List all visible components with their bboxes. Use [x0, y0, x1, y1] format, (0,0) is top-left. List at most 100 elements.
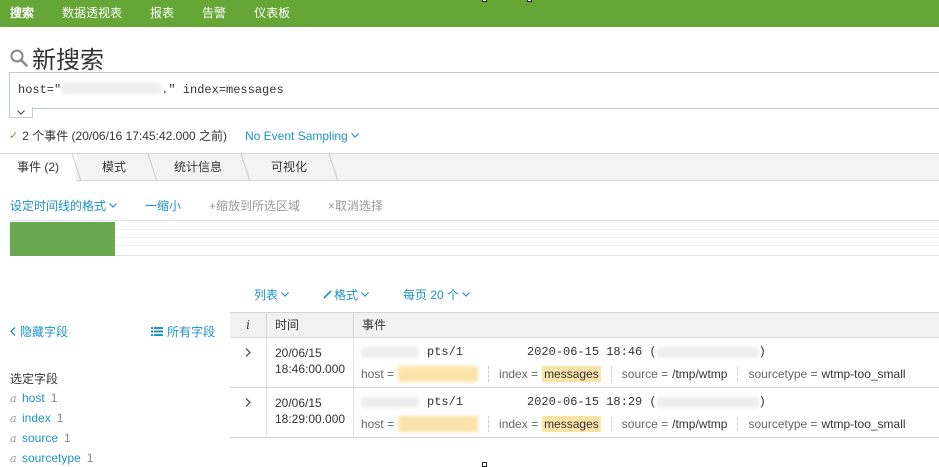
field-key: index =: [499, 367, 539, 381]
raw-event[interactable]: pts/1 2020-06-15 18:46 ( ): [361, 344, 939, 360]
top-nav: 搜索 数据透视表 报表 告警 仪表板: [0, 0, 939, 27]
field-item-host[interactable]: a host 1: [10, 388, 93, 408]
tab-patterns[interactable]: 模式: [84, 154, 144, 181]
timeline-format-label: 设定时间线的格式: [10, 199, 107, 213]
event-body: pts/1 2020-06-15 18:46 ( ) host = index …: [353, 338, 939, 387]
nav-reports[interactable]: 报表: [136, 0, 188, 27]
timeline-toolbar: 设定时间线的格式 一缩小 +缩放到所选区域 ×取消选择: [10, 197, 411, 214]
field-key: index =: [499, 417, 539, 431]
sourcetype-field[interactable]: sourcetype = wtmp-too_small: [748, 417, 915, 431]
sourcetype-field[interactable]: sourcetype = wtmp-too_small: [748, 367, 915, 381]
event-date: 20/06/15: [275, 396, 322, 410]
expand-search-toggle[interactable]: [9, 107, 33, 118]
search-query[interactable]: host=" ." index=messages: [18, 83, 284, 97]
list-icon: [150, 327, 163, 336]
list-view-dropdown[interactable]: 列表: [254, 286, 289, 303]
field-item-source[interactable]: a source 1: [10, 428, 93, 448]
table-row: 20/06/15 18:46:00.000 pts/1 2020-06-15 1…: [230, 338, 939, 388]
zoom-out-button[interactable]: 一缩小: [145, 197, 181, 214]
chevron-down-icon: [281, 292, 289, 297]
tab-statistics[interactable]: 统计信息: [160, 154, 236, 181]
index-field[interactable]: index = messages: [499, 416, 612, 432]
chevron-down-icon: [361, 292, 369, 297]
event-sampling-dropdown[interactable]: No Event Sampling: [245, 129, 359, 143]
raw-end: ): [758, 345, 766, 359]
timeline-bar[interactable]: [10, 222, 115, 256]
tab-visualization[interactable]: 可视化: [253, 154, 325, 181]
search-input[interactable]: host=" ." index=messages: [9, 72, 939, 109]
column-time[interactable]: 时间: [266, 313, 353, 337]
source-field[interactable]: source = /tmp/wtmp: [622, 417, 739, 431]
field-value: messages: [542, 366, 601, 382]
query-prefix: host=": [18, 83, 62, 97]
page-title: 新搜索: [32, 46, 104, 74]
chevron-down-icon: [350, 133, 359, 138]
search-status: ✓ 2 个事件 (20/06/16 17:45:42.000 之前) No Ev…: [9, 127, 359, 144]
raw-tty: pts/1: [427, 395, 464, 409]
source-field[interactable]: source = /tmp/wtmp: [622, 367, 739, 381]
nav-pivot[interactable]: 数据透视表: [48, 0, 136, 27]
field-key: source =: [621, 417, 669, 431]
field-item-index[interactable]: a index 1: [10, 408, 93, 428]
timeline-gridline: [10, 229, 939, 230]
event-clock: 18:46:00.000: [275, 362, 346, 376]
event-count-text: 2 个事件 (20/06/16 17:45:42.000 之前): [22, 129, 227, 143]
timeline-format-dropdown[interactable]: 设定时间线的格式: [10, 197, 117, 214]
all-fields-button[interactable]: 所有字段: [150, 323, 215, 340]
field-name: host: [22, 391, 45, 405]
hide-fields-label: 隐藏字段: [20, 325, 69, 339]
string-type-icon: a: [10, 411, 17, 425]
field-key: sourcetype =: [748, 417, 818, 431]
hide-fields-button[interactable]: 隐藏字段: [10, 323, 68, 340]
nav-alerts[interactable]: 告警: [188, 0, 240, 27]
per-page-label: 每页 20 个: [403, 288, 460, 302]
event-time: 20/06/15 18:29:00.000: [266, 388, 353, 437]
per-page-dropdown[interactable]: 每页 20 个: [403, 286, 470, 303]
raw-time: 2020-06-15 18:46 (: [527, 345, 657, 359]
tab-events[interactable]: 事件 (2): [0, 154, 76, 182]
event-date: 20/06/15: [275, 346, 322, 360]
tab-divider: [328, 154, 339, 181]
events-table: i 时间 事件 20/06/15 18:46:00.000 pts/1 2020…: [230, 312, 939, 438]
field-value: wtmp-too_small: [821, 417, 906, 431]
zoom-to-selection-button[interactable]: +缩放到所选区域: [209, 197, 300, 214]
tab-divider: [240, 154, 251, 181]
check-icon: ✓: [9, 130, 19, 142]
nav-dashboards[interactable]: 仪表板: [240, 0, 304, 27]
timeline-chart[interactable]: [10, 220, 939, 256]
deselect-button[interactable]: ×取消选择: [328, 197, 383, 214]
pencil-icon: [323, 290, 332, 299]
nav-search[interactable]: 搜索: [0, 0, 48, 27]
redacted-user: [361, 396, 419, 408]
field-key: host =: [361, 417, 395, 431]
column-event: 事件: [353, 313, 939, 337]
chevron-down-icon: [17, 109, 25, 115]
search-icon: [10, 49, 28, 67]
crop-handle: [482, 462, 487, 467]
field-count: 1: [50, 391, 58, 405]
chevron-down-icon: [462, 292, 470, 297]
field-count: 1: [56, 411, 64, 425]
expand-event-button[interactable]: [230, 388, 266, 437]
raw-event[interactable]: pts/1 2020-06-15 18:29 ( ): [361, 394, 939, 410]
tab-divider: [147, 154, 158, 181]
chevron-down-icon: [109, 203, 117, 208]
index-field[interactable]: index = messages: [499, 366, 612, 382]
host-field[interactable]: host =: [361, 366, 490, 382]
redacted-host-value: [398, 366, 479, 382]
redacted-ip: [656, 396, 759, 408]
field-name: source: [22, 431, 59, 445]
field-name: sourcetype: [22, 451, 81, 465]
redacted-user: [361, 346, 419, 358]
host-field[interactable]: host =: [361, 416, 490, 432]
field-item-sourcetype[interactable]: a sourcetype 1: [10, 448, 93, 467]
table-row: 20/06/15 18:29:00.000 pts/1 2020-06-15 1…: [230, 388, 939, 438]
page-header: 新搜索: [10, 40, 104, 75]
expand-event-button[interactable]: [230, 338, 266, 387]
list-view-label: 列表: [254, 288, 279, 302]
crop-handle: [527, 0, 532, 2]
event-fields: host = index = messages source = /tmp/wt…: [361, 415, 939, 433]
event-clock: 18:29:00.000: [275, 412, 346, 426]
query-suffix: ." index=messages: [161, 83, 284, 97]
format-dropdown[interactable]: 格式: [323, 286, 369, 303]
